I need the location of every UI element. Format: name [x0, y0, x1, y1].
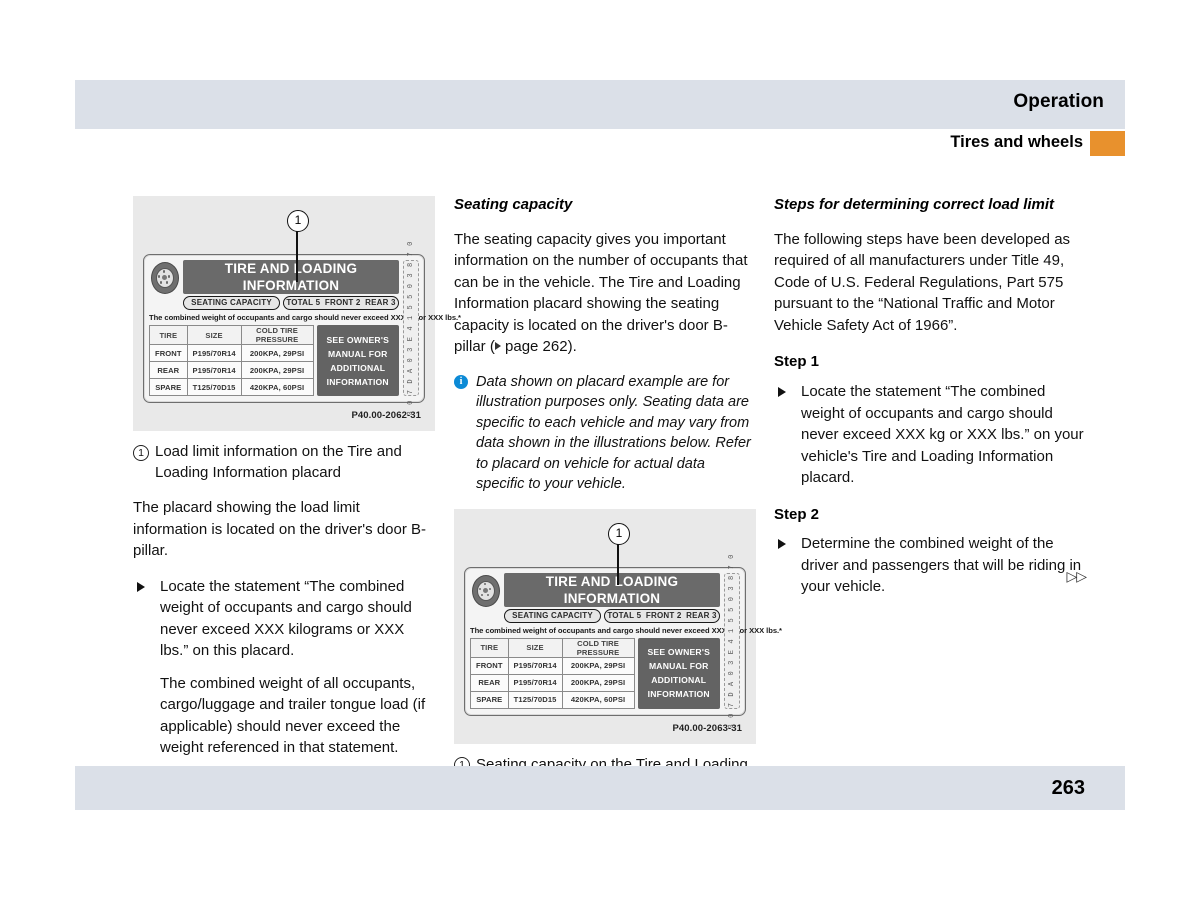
bullet-triangle-icon: [778, 539, 786, 550]
manual-page: Operation Tires and wheels 1 TIRE AND LO…: [0, 0, 1200, 900]
column-middle: Seating capacity The seating capacity gi…: [454, 196, 782, 810]
table-header-cell: SIZE: [507, 637, 563, 658]
figure-callout-group: 1: [143, 210, 425, 282]
header-subsection-title: Tires and wheels: [950, 133, 1083, 151]
table-row: REAR P195/70R14 200KPA, 29PSI: [149, 361, 314, 379]
placard-seating-capacity-label: SEATING CAPACITY: [183, 296, 281, 310]
placard-seating-values: TOTAL 5 FRONT 2 REAR 3: [283, 296, 399, 310]
paragraph-seating-capacity: The seating capacity gives you important…: [454, 230, 748, 356]
seating-rear: REAR 3: [686, 610, 717, 620]
callout-marker-1: 1: [287, 210, 309, 232]
placard-title: TIRE AND LOADING INFORMATION: [504, 572, 720, 607]
caption-text: Load limit information on the Tire and L…: [155, 443, 402, 481]
info-icon: i: [454, 374, 468, 389]
page-ref-triangle-icon: [494, 342, 501, 351]
table-row: SPARE T125/70D15 420KPA, 60PSI: [149, 378, 314, 396]
wheel-icon: [470, 573, 500, 607]
bullet-text: Locate the statement “The combined weigh…: [801, 383, 1084, 486]
tire-loading-placard: TIRE AND LOADING INFORMATION SEATING CAP…: [143, 241, 461, 415]
callout-leader-line: [296, 230, 298, 282]
note-text: Data shown on placard example are for il…: [476, 373, 751, 493]
table-header-row: TIRE SIZE COLD TIRE PRESSURE: [149, 325, 314, 345]
table-row: SPARE T125/70D15 420KPA, 60PSI: [470, 690, 635, 709]
table-row: FRONT P195/70R14 200KPA, 29PSI: [470, 656, 635, 675]
table-header-cell: SIZE: [186, 325, 242, 345]
figure-reference-code: P40.00-2063-31: [672, 722, 742, 734]
callout-leader-line: [617, 542, 619, 585]
figure-caption-left: 1 Load limit information on the Tire and…: [133, 441, 435, 483]
bullet-triangle-icon: [778, 387, 786, 397]
seating-front: FRONT 2: [324, 298, 361, 307]
bullet-triangle-icon: [137, 581, 145, 592]
info-note-placard-data: i Data shown on placard example are for …: [454, 372, 756, 495]
table-header-cell: TIRE: [470, 637, 509, 658]
figure-seating-capacity-placard: 1 TIRE AND LOADING INFORMATION SEATING C…: [454, 508, 782, 744]
placard-side-code: 3 0 7 D A 0 3 E 4 1 5 5 0 3 8 7 0: [724, 553, 740, 728]
paragraph-placard-location: The placard showing the load limit infor…: [133, 499, 427, 559]
bullet-text: Determine the combined weight of the dri…: [801, 535, 1082, 596]
table-row: REAR P195/70R14 200KPA, 29PSI: [470, 673, 635, 692]
placard-pressure-table: TIRE SIZE COLD TIRE PRESSURE FRONT P195/…: [470, 637, 635, 709]
section-title-load-limit-steps: Steps for determining correct load limit: [774, 196, 1055, 213]
figure-reference-code: P40.00-2062-31: [351, 410, 421, 421]
table-row: FRONT P195/70R14 200KPA, 29PSI: [149, 344, 314, 362]
paragraph-regulations: The following steps have been developed …: [774, 230, 1071, 334]
placard-owner-manual-note: SEE OWNER'S MANUAL FOR ADDITIONAL INFORM…: [316, 325, 399, 396]
continuation-marker-icon: ▷▷: [1066, 568, 1087, 584]
section-title-seating-capacity: Seating capacity: [454, 196, 573, 213]
chapter-color-tab: [1090, 131, 1125, 156]
bullet-step-1: Locate the statement “The combined weigh…: [774, 381, 1086, 489]
tire-loading-placard: TIRE AND LOADING INFORMATION SEATING CAP…: [464, 553, 782, 728]
figure-load-limit-placard: 1 TIRE AND LOADING INFORMATION SEATING C…: [133, 196, 461, 431]
figure-callout-group: 1: [464, 522, 746, 585]
placard-warning-text: The combined weight of occupants and car…: [470, 625, 782, 635]
step-2-title: Step 2: [774, 505, 820, 523]
page-header-band: Operation: [75, 80, 1125, 129]
column-left: 1 TIRE AND LOADING INFORMATION SEATING C…: [133, 196, 461, 770]
table-header-row: TIRE SIZE COLD TIRE PRESSURE: [470, 637, 635, 658]
step-1-title: Step 1: [774, 353, 820, 371]
page-reference-link[interactable]: page 262: [505, 338, 568, 355]
placard-title: TIRE AND LOADING INFORMATION: [183, 260, 399, 294]
column-right: Steps for determining correct load limit…: [774, 196, 1087, 609]
header-section-title: Operation: [1013, 91, 1104, 112]
bullet-locate-statement: Locate the statement “The combined weigh…: [133, 576, 435, 662]
page-number: 263: [1051, 777, 1085, 799]
placard-seating-values: TOTAL 5 FRONT 2 REAR 3: [604, 608, 720, 623]
wheel-icon: [149, 260, 179, 294]
table-header-cell: TIRE: [149, 325, 188, 345]
placard-seating-capacity-label: SEATING CAPACITY: [504, 608, 602, 623]
placard-warning-text: The combined weight of occupants and car…: [149, 313, 461, 322]
table-header-cell: COLD TIRE PRESSURE: [561, 637, 635, 658]
page-footer-band: 263: [75, 766, 1125, 810]
caption-number-marker: 1: [133, 444, 149, 461]
bullet-text: Locate the statement “The combined weigh…: [160, 577, 412, 660]
seating-total: TOTAL 5: [607, 610, 642, 620]
callout-marker-1: 1: [608, 522, 630, 545]
seating-front: FRONT 2: [645, 610, 682, 620]
seating-total: TOTAL 5: [286, 298, 321, 307]
placard-owner-manual-note: SEE OWNER'S MANUAL FOR ADDITIONAL INFORM…: [637, 637, 720, 709]
paragraph-combined-weight: The combined weight of all occupants, ca…: [160, 674, 426, 757]
placard-side-code: 3 0 7 D A 0 3 E 4 1 5 5 0 3 8 7 0: [403, 241, 419, 415]
bullet-step-2: Determine the combined weight of the dri…: [774, 533, 1086, 598]
table-header-cell: COLD TIRE PRESSURE: [240, 325, 314, 345]
placard-pressure-table: TIRE SIZE COLD TIRE PRESSURE FRONT P195/…: [149, 325, 314, 396]
seating-rear: REAR 3: [365, 298, 396, 307]
